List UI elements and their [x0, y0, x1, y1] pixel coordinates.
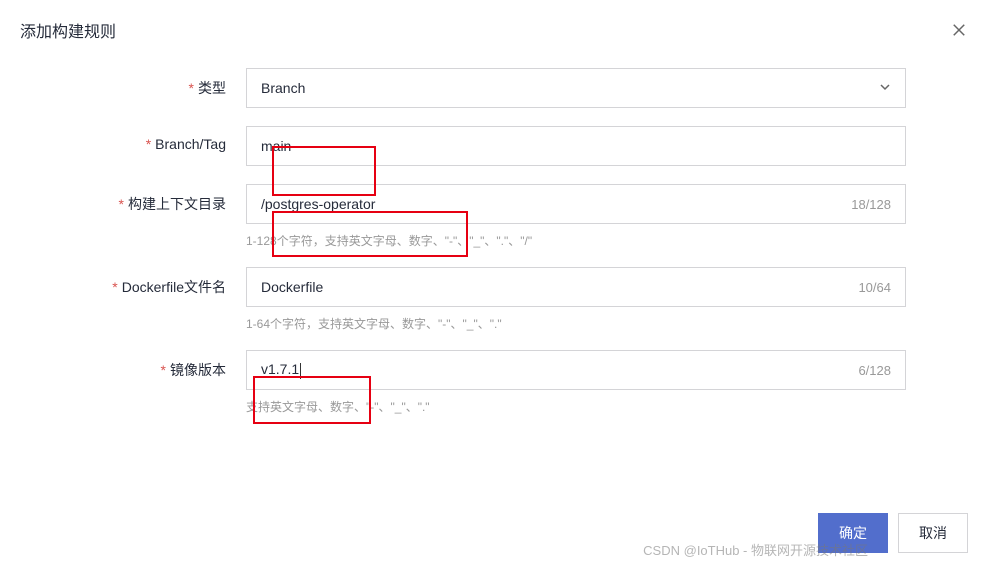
dialog-header: 添加构建规则 [0, 0, 988, 58]
row-dockerfile: *Dockerfile文件名 Dockerfile 10/64 1-64个字符，… [26, 267, 962, 332]
dialog-title: 添加构建规则 [20, 18, 116, 42]
required-star: * [146, 136, 151, 152]
dockerfile-char-counter: 10/64 [858, 280, 891, 295]
context-input[interactable]: /postgres-operator 18/128 [246, 184, 906, 224]
label-branch: *Branch/Tag [26, 126, 246, 152]
row-type: *类型 Branch [26, 68, 962, 108]
row-branch: *Branch/Tag main [26, 126, 962, 166]
branch-value: main [261, 138, 891, 154]
chevron-down-icon [879, 80, 891, 96]
version-value: v1.7.1 [261, 361, 858, 378]
ok-button[interactable]: 确定 [818, 513, 888, 553]
row-context: *构建上下文目录 /postgres-operator 18/128 1-128… [26, 184, 962, 249]
type-value: Branch [261, 80, 305, 96]
context-help: 1-128个字符，支持英文字母、数字、"-"、"_"、"."、"/" [246, 232, 906, 249]
required-star: * [112, 279, 117, 295]
type-select[interactable]: Branch [246, 68, 906, 108]
context-value: /postgres-operator [261, 196, 851, 212]
label-context: *构建上下文目录 [26, 184, 246, 214]
required-star: * [161, 362, 166, 378]
row-version: *镜像版本 v1.7.1 6/128 支持英文字母、数字、"-"、"_"、"." [26, 350, 962, 415]
dockerfile-help: 1-64个字符，支持英文字母、数字、"-"、"_"、"." [246, 315, 906, 332]
form-body: *类型 Branch *Branch/Tag main *构建上下文目录 [0, 58, 988, 415]
version-input[interactable]: v1.7.1 6/128 [246, 350, 906, 390]
label-dockerfile: *Dockerfile文件名 [26, 267, 246, 297]
label-type: *类型 [26, 68, 246, 98]
branch-input[interactable]: main [246, 126, 906, 166]
label-version: *镜像版本 [26, 350, 246, 380]
close-icon[interactable] [950, 21, 968, 39]
required-star: * [189, 80, 194, 96]
dockerfile-value: Dockerfile [261, 279, 858, 295]
required-star: * [119, 196, 124, 212]
dockerfile-input[interactable]: Dockerfile 10/64 [246, 267, 906, 307]
cancel-button[interactable]: 取消 [898, 513, 968, 553]
version-help: 支持英文字母、数字、"-"、"_"、"." [246, 398, 906, 415]
dialog-footer: 确定 取消 [818, 513, 968, 553]
context-char-counter: 18/128 [851, 197, 891, 212]
version-char-counter: 6/128 [858, 363, 891, 378]
